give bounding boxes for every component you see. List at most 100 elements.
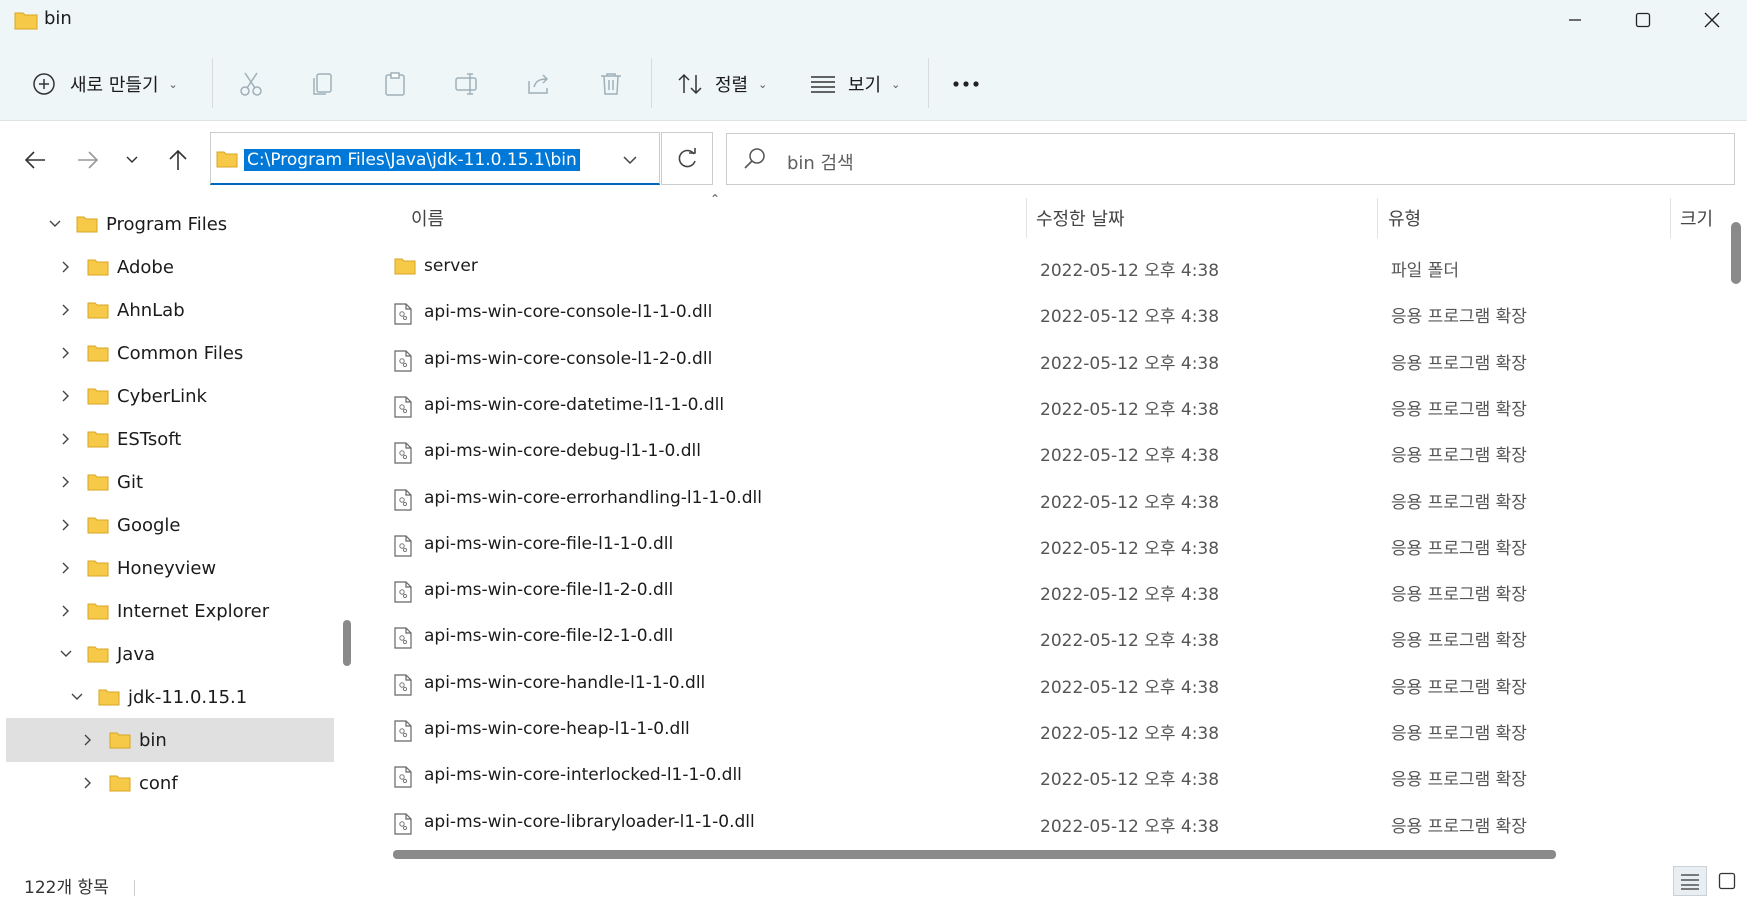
file-type: 응용 프로그램 확장 (1391, 770, 1527, 791)
close-button[interactable] (1677, 0, 1747, 40)
chevron-right-icon[interactable] (79, 734, 97, 746)
copy-button[interactable] (303, 64, 343, 104)
sidebar-item-estsoft[interactable]: ESTsoft (0, 417, 330, 461)
file-row[interactable]: api-ms-win-core-file-l1-1-0.dll 2022-05-1… (380, 522, 1720, 569)
recent-locations-button[interactable] (112, 140, 152, 180)
address-dropdown-button[interactable] (623, 150, 637, 169)
horizontal-scrollbar-thumb[interactable] (393, 850, 1556, 859)
file-name: api-ms-win-core-handle-l1-1-0.dll (424, 672, 706, 693)
sidebar-item-cyberlink[interactable]: CyberLink (0, 374, 330, 418)
address-path[interactable]: C:\Program Files\Java\jdk-11.0.15.1\bin (244, 149, 580, 171)
file-name: api-ms-win-core-datetime-l1-1-0.dll (424, 394, 725, 415)
file-row[interactable]: api-ms-win-core-handle-l1-1-0.dll 2022-05… (380, 661, 1720, 708)
chevron-right-icon[interactable] (57, 390, 75, 402)
new-button[interactable]: 새로 만들기 ⌄ (32, 62, 178, 106)
share-button[interactable] (519, 64, 559, 104)
column-header-type[interactable]: 유형 (1388, 205, 1421, 231)
file-icon-cell (394, 627, 412, 654)
vertical-scrollbar-track[interactable] (1727, 195, 1747, 855)
minimize-button[interactable] (1540, 0, 1610, 40)
sidebar-item-conf[interactable]: conf (0, 761, 330, 805)
sidebar-item-program-files[interactable]: Program Files (0, 202, 330, 246)
file-icon-cell (394, 396, 412, 423)
more-options-button[interactable] (946, 64, 986, 104)
sidebar-item-google[interactable]: Google (0, 503, 330, 547)
chevron-down-icon: ⌄ (891, 77, 901, 91)
file-row[interactable]: api-ms-win-core-console-l1-1-0.dll 2022-0… (380, 290, 1720, 337)
sidebar-item-git[interactable]: Git (0, 460, 330, 504)
sort-button[interactable]: 정렬 ⌄ (677, 62, 767, 106)
chevron-right-icon[interactable] (57, 433, 75, 445)
maximize-button[interactable] (1608, 0, 1678, 40)
folder-icon (87, 431, 109, 448)
toolbar-divider (928, 58, 929, 108)
folder-icon (109, 775, 131, 792)
file-row[interactable]: api-ms-win-core-libraryloader-l1-1-0.dll… (380, 800, 1720, 847)
sidebar-item-common-files[interactable]: Common Files (0, 331, 330, 375)
column-header-size[interactable]: 크기 (1680, 205, 1713, 231)
view-label: 보기 (848, 75, 882, 96)
folder-icon (14, 12, 38, 30)
column-divider[interactable] (1670, 198, 1671, 238)
chevron-right-icon[interactable] (57, 304, 75, 316)
details-view-button[interactable] (1673, 866, 1707, 896)
chevron-right-icon[interactable] (57, 519, 75, 531)
rename-icon (455, 73, 477, 95)
file-row[interactable]: api-ms-win-core-interlocked-l1-1-0.dll 20… (380, 753, 1720, 800)
up-button[interactable] (158, 140, 198, 180)
sidebar-item-bin[interactable]: bin (6, 718, 334, 762)
sidebar-item-ahnlab[interactable]: AhnLab (0, 288, 330, 332)
chevron-down-icon[interactable] (46, 220, 64, 228)
chevron-down-icon (623, 156, 637, 165)
chevron-right-icon[interactable] (57, 562, 75, 574)
tiles-view-button[interactable] (1710, 866, 1744, 896)
chevron-down-icon[interactable] (57, 650, 75, 658)
back-button[interactable] (15, 140, 55, 180)
rename-button[interactable] (447, 64, 487, 104)
file-row[interactable]: server 2022-05-12 오후 4:38 파일 폴더 (380, 244, 1720, 291)
folder-icon (109, 732, 131, 749)
column-header-modified[interactable]: 수정한 날짜 (1036, 205, 1125, 231)
file-type: 응용 프로그램 확장 (1391, 585, 1527, 606)
chevron-right-icon[interactable] (57, 261, 75, 273)
column-divider[interactable] (1377, 198, 1378, 238)
dll-file-icon (394, 396, 412, 418)
sidebar-scrollbar[interactable] (343, 620, 351, 666)
forward-button[interactable] (68, 140, 108, 180)
sidebar-item-internet-explorer[interactable]: Internet Explorer (0, 589, 330, 633)
file-name: api-ms-win-core-heap-l1-1-0.dll (424, 719, 690, 739)
chevron-down-icon[interactable] (68, 693, 86, 701)
chevron-right-icon[interactable] (79, 777, 97, 789)
file-modified: 2022-05-12 오후 4:38 (1040, 307, 1220, 328)
sidebar-item-label: jdk-11.0.15.1 (128, 686, 248, 708)
file-row[interactable]: api-ms-win-core-datetime-l1-1-0.dll 2022-… (380, 383, 1720, 430)
sidebar-item-honeyview[interactable]: Honeyview (0, 546, 330, 590)
column-divider[interactable] (1026, 198, 1027, 238)
window-title: bin (44, 8, 72, 29)
file-modified: 2022-05-12 오후 4:38 (1040, 724, 1220, 744)
chevron-right-icon[interactable] (57, 476, 75, 488)
refresh-icon (678, 147, 696, 167)
file-modified: 2022-05-12 오후 4:38 (1040, 770, 1220, 791)
file-row[interactable]: api-ms-win-core-debug-l1-1-0.dll 2022-05-… (380, 429, 1720, 476)
sidebar-item-adobe[interactable]: Adobe (0, 245, 330, 289)
chevron-right-icon[interactable] (57, 605, 75, 617)
view-button[interactable]: 보기 ⌄ (810, 62, 900, 106)
refresh-button[interactable] (661, 132, 713, 185)
sidebar-item-jdk-11-0-15-1[interactable]: jdk-11.0.15.1 (0, 675, 330, 719)
vertical-scrollbar-thumb[interactable] (1731, 222, 1741, 284)
file-row[interactable]: api-ms-win-core-console-l1-2-0.dll 2022-0… (380, 337, 1720, 384)
sidebar-item-java[interactable]: Java (0, 632, 330, 676)
chevron-right-icon[interactable] (57, 347, 75, 359)
file-row[interactable]: api-ms-win-core-errorhandling-l1-1-0.dll… (380, 476, 1720, 523)
search-input[interactable] (726, 133, 1735, 185)
file-row[interactable]: api-ms-win-core-file-l2-1-0.dll 2022-05-1… (380, 614, 1720, 661)
column-header-name[interactable]: 이름 (411, 205, 444, 231)
paste-button[interactable] (375, 64, 415, 104)
cut-button[interactable] (231, 64, 271, 104)
folder-icon (87, 345, 109, 362)
delete-button[interactable] (591, 64, 631, 104)
file-row[interactable]: api-ms-win-core-heap-l1-1-0.dll 2022-05-1… (380, 707, 1720, 754)
cut-icon (240, 72, 262, 96)
file-row[interactable]: api-ms-win-core-file-l1-2-0.dll 2022-05-1… (380, 568, 1720, 615)
